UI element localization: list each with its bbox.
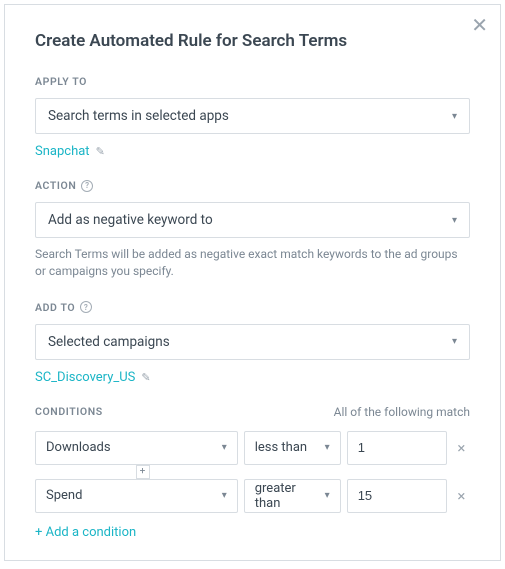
modal-title: Create Automated Rule for Search Terms xyxy=(35,31,470,51)
chevron-down-icon: ▾ xyxy=(325,442,330,453)
action-label-text: ACTION xyxy=(35,179,76,192)
add-condition-link[interactable]: + Add a condition xyxy=(35,525,470,540)
condition-row: Downloads ▾ less than ▾ × xyxy=(35,431,470,465)
condition-operator-select[interactable]: less than ▾ xyxy=(244,431,341,465)
add-to-tag-row: SC_Discovery_US ✎ xyxy=(35,370,470,385)
chevron-down-icon: ▾ xyxy=(222,490,227,501)
chevron-down-icon: ▾ xyxy=(452,215,457,226)
pencil-icon[interactable]: ✎ xyxy=(141,371,150,384)
action-section: ACTION ? Add as negative keyword to ▾ Se… xyxy=(35,179,470,281)
condition-add-separator: + xyxy=(35,467,470,477)
condition-value-input[interactable] xyxy=(347,479,447,513)
condition-row: Spend ▾ greater than ▾ × xyxy=(35,479,470,513)
apply-to-tag[interactable]: Snapchat xyxy=(35,144,90,159)
condition-value-input[interactable] xyxy=(347,431,447,465)
condition-metric: Spend xyxy=(46,488,82,503)
conditions-label: CONDITIONS xyxy=(35,405,103,418)
action-select[interactable]: Add as negative keyword to ▾ xyxy=(35,202,470,238)
conditions-sub: All of the following match xyxy=(334,405,470,419)
condition-metric-select[interactable]: Downloads ▾ xyxy=(35,431,238,465)
apply-to-tag-row: Snapchat ✎ xyxy=(35,144,470,159)
pencil-icon[interactable]: ✎ xyxy=(96,145,105,158)
chevron-down-icon: ▾ xyxy=(325,490,330,501)
conditions-section: CONDITIONS All of the following match Do… xyxy=(35,405,470,540)
apply-to-label: APPLY TO xyxy=(35,75,470,88)
chevron-down-icon: ▾ xyxy=(452,336,457,347)
condition-operator-select[interactable]: greater than ▾ xyxy=(244,479,341,513)
plus-icon[interactable]: + xyxy=(136,465,150,479)
help-icon[interactable]: ? xyxy=(81,180,93,192)
add-to-label: ADD TO ? xyxy=(35,301,470,314)
create-rule-modal: ✕ Create Automated Rule for Search Terms… xyxy=(4,4,501,561)
condition-operator: greater than xyxy=(255,481,325,511)
add-to-select[interactable]: Selected campaigns ▾ xyxy=(35,324,470,360)
condition-metric: Downloads xyxy=(46,440,111,455)
chevron-down-icon: ▾ xyxy=(452,111,457,122)
add-to-value: Selected campaigns xyxy=(48,334,170,350)
condition-metric-select[interactable]: Spend ▾ xyxy=(35,479,238,513)
condition-operator: less than xyxy=(255,440,307,455)
add-to-label-text: ADD TO xyxy=(35,301,75,314)
action-value: Add as negative keyword to xyxy=(48,212,213,228)
close-icon[interactable]: ✕ xyxy=(471,15,488,35)
apply-to-value: Search terms in selected apps xyxy=(48,108,229,124)
remove-condition-icon[interactable]: × xyxy=(453,487,470,505)
add-to-tag[interactable]: SC_Discovery_US xyxy=(35,370,135,385)
apply-to-select[interactable]: Search terms in selected apps ▾ xyxy=(35,98,470,134)
add-to-section: ADD TO ? Selected campaigns ▾ SC_Discove… xyxy=(35,301,470,385)
remove-condition-icon[interactable]: × xyxy=(453,439,470,457)
action-label: ACTION ? xyxy=(35,179,470,192)
apply-to-section: APPLY TO Search terms in selected apps ▾… xyxy=(35,75,470,159)
chevron-down-icon: ▾ xyxy=(222,442,227,453)
help-icon[interactable]: ? xyxy=(80,301,92,313)
action-helper: Search Terms will be added as negative e… xyxy=(35,246,470,281)
